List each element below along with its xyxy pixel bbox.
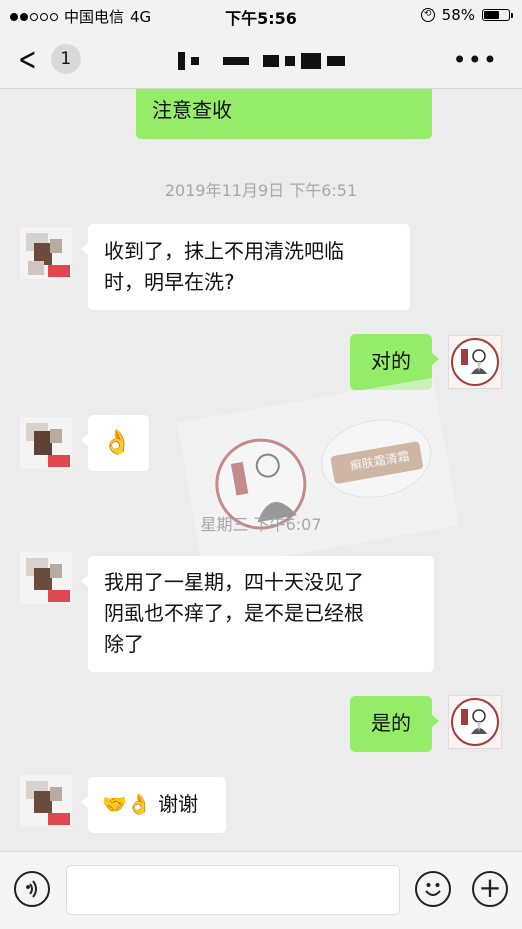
message-line: 阴虱也不痒了，是不是已经根	[104, 601, 364, 625]
message-line: 时，明早在洗?	[104, 270, 235, 294]
message-text: 注意查收	[152, 98, 232, 122]
back-button[interactable]: < 1	[14, 40, 81, 78]
emoji-ok-hand: 👌	[102, 428, 132, 456]
emoji-icon[interactable]	[415, 871, 451, 907]
avatar[interactable]	[20, 552, 72, 604]
avatar-self[interactable]	[448, 695, 502, 749]
chat-area[interactable]: 注意查收 2019年11月9日 下午6:51 收到了，抹上不用清洗吧临 时，明早…	[0, 89, 522, 851]
message-bubble-out[interactable]: 注意查收	[136, 89, 432, 139]
message-text: 🤝👌 谢谢	[102, 792, 199, 816]
more-icon[interactable]: •••	[453, 46, 498, 74]
plus-icon[interactable]: +	[472, 871, 508, 907]
avatar[interactable]	[20, 227, 72, 279]
message-line: 收到了，抹上不用清洗吧临	[104, 239, 344, 263]
sage-logo-icon	[451, 698, 499, 746]
battery-percent: 58%	[441, 6, 475, 24]
message-text: 是的	[371, 711, 411, 735]
avatar-self[interactable]	[448, 335, 502, 389]
timestamp: 2019年11月9日 下午6:51	[164, 181, 358, 200]
status-right: ⟲ 58%	[420, 6, 513, 24]
message-line: 我用了一星期，四十天没见了	[104, 570, 364, 594]
message-bubble-in[interactable]: 🤝👌 谢谢	[81, 777, 226, 833]
message-line: 除了	[104, 632, 144, 656]
message-bubble-in[interactable]: 👌	[81, 415, 149, 471]
battery-fill	[484, 11, 500, 19]
chat-title-redacted	[178, 50, 348, 72]
nav-bar: < 1 •••	[0, 30, 522, 89]
message-text: 对的	[371, 349, 411, 373]
battery-icon	[482, 9, 513, 21]
message-bubble-in[interactable]: 收到了，抹上不用清洗吧临 时，明早在洗?	[81, 224, 410, 310]
input-bar: +	[0, 851, 522, 929]
message-bubble-in[interactable]: 我用了一星期，四十天没见了 阴虱也不痒了，是不是已经根 除了	[81, 556, 434, 672]
watermark: 癣肤霜清霜	[176, 377, 460, 571]
watermark-logo-icon	[176, 377, 460, 571]
rotation-lock-icon: ⟲	[420, 8, 435, 22]
avatar[interactable]	[20, 775, 72, 827]
status-bar: 中国电信 4G 下午5:56 ⟲ 58%	[0, 0, 522, 30]
message-bubble-out[interactable]: 是的	[350, 696, 439, 752]
message-input[interactable]	[66, 865, 400, 915]
unread-count-badge: 1	[50, 44, 81, 74]
back-chevron-icon: <	[18, 40, 37, 78]
timestamp: 星期三 下午6:07	[200, 515, 322, 534]
avatar[interactable]	[20, 417, 72, 469]
sage-logo-icon	[451, 338, 499, 386]
voice-icon[interactable]	[14, 871, 50, 907]
